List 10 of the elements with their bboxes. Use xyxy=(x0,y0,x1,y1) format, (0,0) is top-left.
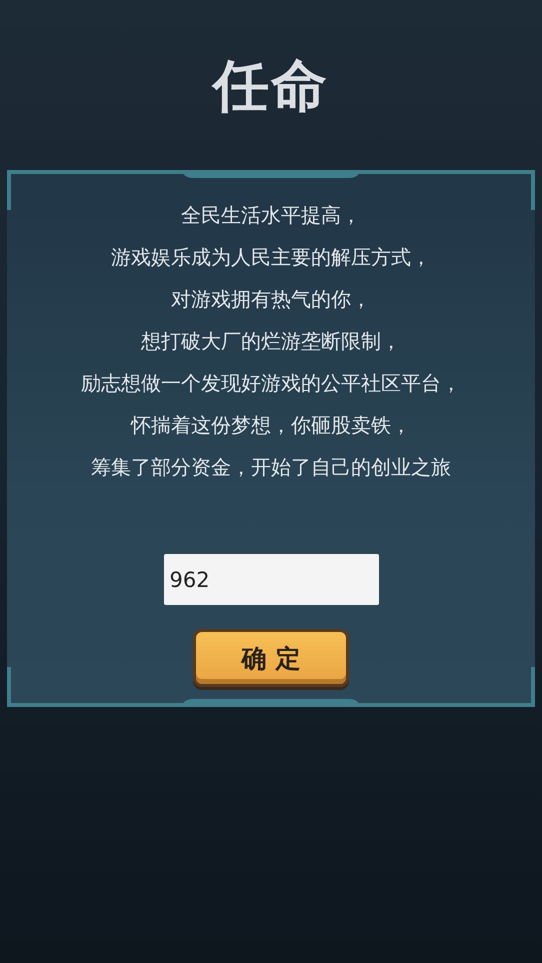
name-input-field[interactable]: 962 xyxy=(164,554,378,605)
page-title: 任命 xyxy=(210,53,330,121)
story-line: 全民生活水平提高， xyxy=(181,202,361,229)
story-line: 怀揣着这份梦想，你砸股卖铁， xyxy=(131,412,411,439)
story-line: 励志想做一个发现好游戏的公平社区平台， xyxy=(81,370,461,397)
confirm-button[interactable]: 确 定 xyxy=(193,629,349,687)
story-line: 想打破大厂的烂游垄断限制， xyxy=(141,328,401,355)
story-line: 游戏娱乐成为人民主要的解压方式， xyxy=(111,244,431,271)
story-line: 筹集了部分资金，开始了自己的创业之旅 xyxy=(91,454,451,481)
story-line: 对游戏拥有热气的你， xyxy=(171,286,371,313)
